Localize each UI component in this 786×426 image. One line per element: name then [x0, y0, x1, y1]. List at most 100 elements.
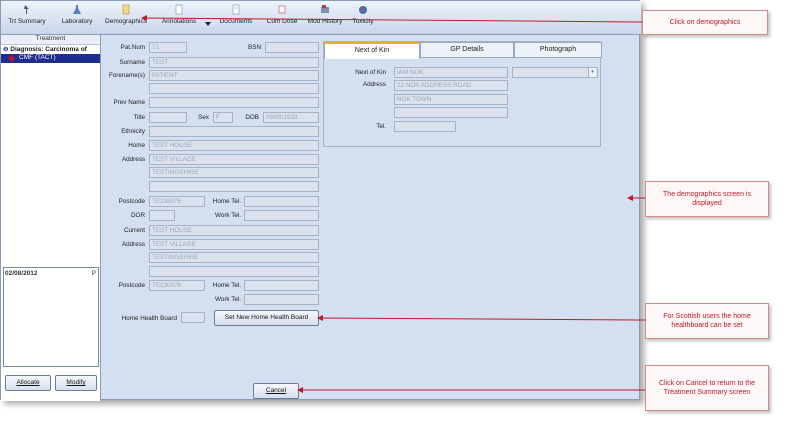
treatment-summary-icon: [24, 5, 29, 14]
current-home-tel-field[interactable]: [244, 280, 319, 291]
home-address-label: Address: [121, 156, 145, 163]
home-postcode-field[interactable]: TE238976: [149, 196, 205, 207]
tab-photograph[interactable]: Photograph: [514, 42, 602, 58]
toolbar-label: Laboratory: [61, 18, 93, 25]
dor-label: DOR: [131, 212, 145, 219]
dob-field[interactable]: 09/09/1933: [263, 112, 319, 123]
flask-icon: [73, 5, 81, 14]
prevname-label: Prev Name: [113, 99, 146, 106]
cycle-list[interactable]: 02/08/2012 P: [3, 267, 99, 367]
home-health-board-field[interactable]: [181, 312, 205, 323]
toolbar-label: Cum Dose: [266, 18, 298, 25]
current-address-label: Address: [121, 241, 145, 248]
diagnosis-node[interactable]: ⊖ Diagnosis: Carcinoma of: [1, 45, 100, 54]
prevname-field[interactable]: [149, 97, 319, 108]
nok-address-line-1[interactable]: 22 NOK ADDRESS ROAD: [394, 80, 508, 91]
regimen-diamond-icon: [7, 54, 16, 63]
home-address-line-4[interactable]: [149, 181, 319, 192]
treatment-header: Treatment: [1, 35, 100, 45]
modify-label: Modify: [66, 379, 86, 386]
ethnicity-label: Ethnicity: [121, 128, 145, 135]
cycle-suffix: P: [91, 270, 96, 277]
current-address-line-4[interactable]: [149, 266, 319, 277]
patnum-label: Pat.Num: [120, 44, 146, 51]
nok-tel-field[interactable]: [394, 121, 456, 132]
toolbar-documents[interactable]: Documents: [216, 4, 256, 34]
current-work-tel-field[interactable]: [244, 294, 319, 305]
nok-name-field[interactable]: IAM NOK: [394, 67, 508, 78]
cancel-label: Cancel: [265, 387, 287, 394]
bsn-field[interactable]: [265, 42, 319, 53]
current-postcode-field[interactable]: TE230976: [149, 280, 205, 291]
toolbar-toxicity[interactable]: Toxicity: [347, 4, 379, 34]
dor-field[interactable]: [149, 210, 175, 221]
current-address-line-3[interactable]: TESTINGSHIRE: [149, 252, 319, 263]
nok-relationship-select[interactable]: ▾: [512, 67, 598, 78]
bsn-label: BSN: [248, 44, 261, 51]
toolbar-label: Trt Summary: [8, 18, 46, 25]
current-label: Current: [124, 227, 145, 234]
home-address-line-2[interactable]: TEST VILLAGE: [149, 154, 319, 165]
nok-address-line-3[interactable]: [394, 107, 508, 118]
toolbar-mod-history[interactable]: Mod History: [305, 4, 345, 34]
callout-demographics: Click on demographics: [642, 10, 768, 35]
callout-screen-displayed: The demographics screen is displayed: [645, 181, 769, 217]
toolbar-laboratory[interactable]: Laboratory: [57, 4, 97, 34]
toolbar-label: Annotations: [161, 18, 197, 25]
patnum-field[interactable]: T1: [149, 42, 187, 53]
toolbar-annotations[interactable]: Annotations: [157, 4, 201, 34]
set-home-health-board-button[interactable]: Set New Home Health Board: [214, 310, 319, 326]
person-card-icon: [122, 4, 130, 15]
home-tel-label: Home Tel.: [212, 198, 241, 205]
cancel-button[interactable]: Cancel: [253, 383, 299, 399]
toolbar-label: Demographics: [105, 18, 147, 25]
allocate-label: Allocate: [16, 379, 40, 386]
current-home-tel-label: Home Tel.: [212, 282, 241, 289]
home-label: Home: [128, 142, 145, 149]
dropdown-arrow-icon[interactable]: [205, 22, 211, 26]
nok-address-line-2[interactable]: NOK TOWN: [394, 94, 508, 105]
allocate-button[interactable]: Allocate: [5, 375, 51, 391]
home-postcode-label: Postcode: [118, 198, 145, 205]
chevron-down-icon: ▾: [588, 68, 596, 77]
regimen-node[interactable]: CMF (TACT): [1, 54, 100, 63]
next-of-kin-panel: Next of Kin GP Details Photograph Next o…: [323, 41, 602, 147]
cycle-date: 02/08/2012: [5, 270, 38, 277]
history-icon: [321, 5, 329, 13]
home-address-line-3[interactable]: TESTINGSHIRE: [149, 167, 319, 178]
callout-scottish-users: For Scottish users the home healthboard …: [645, 303, 769, 339]
current-address-line-1[interactable]: TEST HOUSE: [149, 225, 319, 236]
demographics-window: Trt Summary Laboratory Demographics Anno…: [0, 0, 641, 401]
modify-button[interactable]: Modify: [55, 375, 97, 391]
forenames-field[interactable]: PATIENT: [149, 70, 319, 81]
forenames-field-2[interactable]: [149, 83, 319, 94]
nok-address-label: Address: [362, 81, 386, 88]
current-work-tel-label: Work Tel.: [214, 296, 241, 303]
forenames-label: Forename(s): [108, 72, 145, 79]
chart-icon: [278, 5, 286, 14]
work-tel-label: Work Tel.: [214, 212, 241, 219]
sex-field[interactable]: F: [213, 112, 233, 123]
surname-field[interactable]: TEST: [149, 57, 319, 68]
toolbar-trt-summary[interactable]: Trt Summary: [7, 4, 47, 34]
collapse-icon[interactable]: ⊖: [3, 46, 8, 53]
home-address-line-1[interactable]: TEST HOUSE: [149, 140, 319, 151]
current-postcode-label: Postcode: [118, 282, 145, 289]
tab-next-of-kin[interactable]: Next of Kin: [324, 42, 420, 59]
tab-gp-details[interactable]: GP Details: [420, 42, 514, 58]
dob-label: DOB: [245, 114, 259, 121]
toolbar: Trt Summary Laboratory Demographics Anno…: [1, 1, 641, 35]
current-address-line-2[interactable]: TEST VILLAGE: [149, 239, 319, 250]
ethnicity-field[interactable]: [149, 126, 319, 137]
work-tel-field[interactable]: [244, 210, 319, 221]
toolbar-label: Documents: [219, 18, 253, 25]
toolbar-cum-dose[interactable]: Cum Dose: [263, 4, 301, 34]
toolbar-demographics[interactable]: Demographics: [103, 4, 149, 34]
home-tel-field[interactable]: [244, 196, 319, 207]
treatment-panel: Treatment ⊖ Diagnosis: Carcinoma of CMF …: [1, 35, 101, 401]
diagnosis-label: Diagnosis: Carcinoma of: [10, 46, 87, 53]
surname-label: Surname: [119, 59, 145, 66]
toolbar-label: Mod History: [307, 18, 343, 25]
regimen-label: CMF (TACT): [19, 54, 56, 61]
title-field[interactable]: [149, 112, 187, 123]
